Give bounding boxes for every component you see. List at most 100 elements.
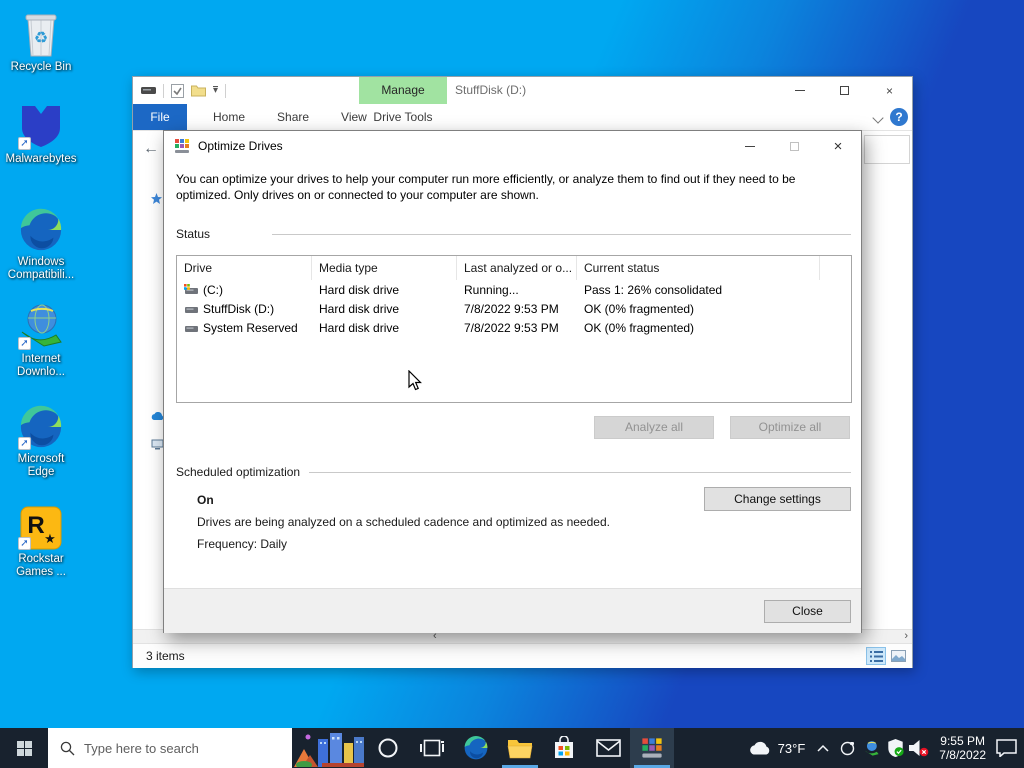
tray-expand-chevron-icon[interactable] <box>811 728 835 768</box>
dialog-description: You can optimize your drives to help you… <box>176 172 796 202</box>
explorer-titlebar[interactable]: ▾ Manage StuffDisk (D:) × <box>133 77 912 104</box>
desktop: ♻ Recycle Bin ➚ Malwarebytes Windows Com… <box>0 0 1024 768</box>
analyze-all-button[interactable]: Analyze all <box>594 416 714 439</box>
table-row[interactable]: (C:) Hard disk drive Running... Pass 1: … <box>177 280 851 299</box>
system-tray: 73°F 9:55 PM 7/8/2022 <box>748 728 1024 768</box>
recycle-bin-icon: ♻ <box>2 8 80 58</box>
window-title: StuffDisk (D:) <box>455 83 527 97</box>
clock-time: 9:55 PM <box>940 734 985 748</box>
taskbar-search-input[interactable]: Type here to search <box>48 728 292 768</box>
cortana-button[interactable] <box>366 728 410 768</box>
system-drive-icon <box>184 284 198 294</box>
properties-icon[interactable] <box>171 83 184 98</box>
close-button[interactable]: Close <box>764 600 851 623</box>
desktop-icon-malwarebytes[interactable]: ➚ Malwarebytes <box>2 100 80 166</box>
drive-icon <box>185 326 198 332</box>
column-header-drive[interactable]: Drive <box>177 256 312 280</box>
minimize-button[interactable] <box>777 77 822 104</box>
divider <box>272 234 851 235</box>
mouse-cursor <box>408 370 422 391</box>
maximize-button-disabled <box>772 132 816 160</box>
tab-share[interactable]: Share <box>261 104 325 130</box>
drives-list[interactable]: Drive Media type Last analyzed or o... C… <box>176 255 852 403</box>
table-row[interactable]: StuffDisk (D:) Hard disk drive 7/8/2022 … <box>177 299 851 318</box>
desktop-icon-label: Rockstar Games ... <box>16 553 66 578</box>
scheduled-optimization-group-label: Scheduled optimization <box>176 465 301 479</box>
minimize-button[interactable] <box>728 132 772 160</box>
divider <box>309 472 851 473</box>
optimize-all-button[interactable]: Optimize all <box>730 416 850 439</box>
taskbar-edge-button[interactable] <box>454 728 498 768</box>
desktop-icon-windows-compatibility[interactable]: Windows Compatibili... <box>2 203 80 282</box>
thumbnail-view-button[interactable] <box>888 647 908 665</box>
close-icon[interactable]: × <box>816 132 860 160</box>
search-placeholder: Type here to search <box>84 740 199 756</box>
desktop-icon-recycle-bin[interactable]: ♻ Recycle Bin <box>2 8 80 74</box>
volume-muted-icon[interactable] <box>907 728 931 768</box>
meet-now-icon[interactable] <box>835 728 859 768</box>
list-header: Drive Media type Last analyzed or o... C… <box>177 256 851 280</box>
desktop-icon-microsoft-edge[interactable]: ➚ Microsoft Edge <box>2 400 80 479</box>
weather-cloud-icon[interactable] <box>748 728 772 768</box>
quick-access-toolbar: ▾ <box>133 83 227 98</box>
taskbar-file-explorer-button[interactable] <box>498 728 542 768</box>
maximize-button[interactable] <box>822 77 867 104</box>
details-view-button[interactable] <box>866 647 886 665</box>
desktop-icon-internet-download-manager[interactable]: ➚ Internet Downlo... <box>2 300 80 379</box>
tab-home[interactable]: Home <box>197 104 261 130</box>
tab-drive-tools[interactable]: Drive Tools <box>359 104 447 130</box>
column-header-media-type[interactable]: Media type <box>312 256 457 280</box>
start-button[interactable] <box>0 728 48 768</box>
quick-access-nav-icon[interactable] <box>151 193 162 204</box>
optimize-drives-icon <box>642 738 662 758</box>
tab-file[interactable]: File <box>133 104 187 130</box>
search-highlights-icon <box>294 733 364 767</box>
qat-dropdown-icon[interactable]: ▾ <box>213 86 219 96</box>
temperature-label[interactable]: 73°F <box>778 741 806 756</box>
back-button[interactable]: ← <box>143 140 159 158</box>
new-folder-icon[interactable] <box>191 84 206 97</box>
search-highlights-button[interactable] <box>292 728 366 768</box>
help-icon[interactable]: ? <box>890 108 908 126</box>
taskbar-clock[interactable]: 9:55 PM 7/8/2022 <box>939 734 986 762</box>
svg-text:★: ★ <box>44 531 56 546</box>
column-header-current-status[interactable]: Current status <box>577 256 820 280</box>
explorer-search-input[interactable] <box>864 135 910 164</box>
rockstar-icon: R ★ ➚ <box>2 500 80 550</box>
dialog-footer: Close <box>164 588 861 633</box>
items-count: 3 items <box>146 649 185 663</box>
task-view-icon <box>420 739 444 757</box>
task-view-button[interactable] <box>410 728 454 768</box>
optimize-drives-icon <box>175 139 189 153</box>
malwarebytes-icon: ➚ <box>2 100 80 150</box>
cortana-icon <box>378 738 398 758</box>
defender-shield-icon[interactable] <box>883 728 907 768</box>
idm-tray-icon[interactable] <box>859 728 883 768</box>
manage-contextual-tab[interactable]: Manage <box>359 77 447 104</box>
scroll-right-icon[interactable]: › <box>904 630 908 642</box>
svg-text:R: R <box>27 512 44 539</box>
windows-logo-icon <box>16 740 32 756</box>
shortcut-arrow-icon: ➚ <box>18 137 31 150</box>
taskbar-store-button[interactable] <box>542 728 586 768</box>
table-row[interactable]: System Reserved Hard disk drive 7/8/2022… <box>177 318 851 337</box>
collapse-ribbon-icon[interactable] <box>872 112 884 124</box>
search-icon <box>60 741 75 755</box>
action-center-icon[interactable] <box>994 728 1018 768</box>
mail-icon <box>595 739 621 757</box>
edge-icon <box>2 203 80 253</box>
column-header-last-analyzed[interactable]: Last analyzed or o... <box>457 256 577 280</box>
desktop-icon-label: Microsoft Edge <box>17 453 65 478</box>
change-settings-button[interactable]: Change settings <box>704 487 851 511</box>
taskbar-optimize-drives-button[interactable] <box>630 728 674 768</box>
drive-icon[interactable] <box>141 86 156 95</box>
taskbar-mail-button[interactable] <box>586 728 630 768</box>
status-group-label: Status <box>176 227 211 241</box>
shortcut-arrow-icon: ➚ <box>18 437 31 450</box>
dialog-titlebar[interactable]: Optimize Drives × <box>164 131 861 161</box>
desktop-icon-rockstar-games[interactable]: R ★ ➚ Rockstar Games ... <box>2 500 80 579</box>
separator <box>225 83 227 98</box>
optimize-drives-dialog: Optimize Drives × You can optimize your … <box>163 130 862 633</box>
close-button[interactable]: × <box>867 77 912 104</box>
idm-icon: ➚ <box>2 300 80 350</box>
